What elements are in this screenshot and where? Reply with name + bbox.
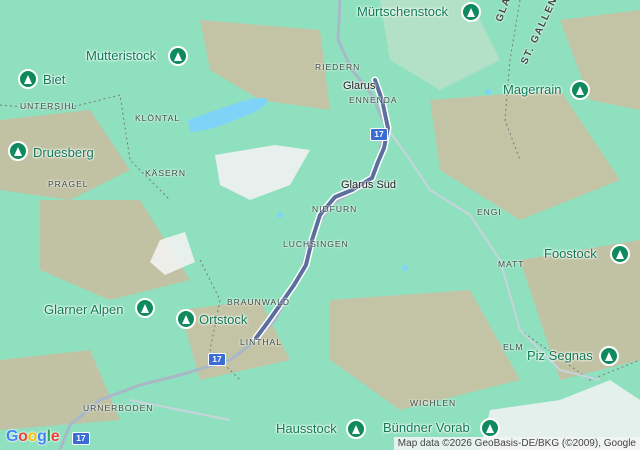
peak-label[interactable]: Foostock — [544, 247, 597, 260]
peak-marker-icon[interactable] — [18, 69, 38, 89]
logo-letter: G — [6, 428, 19, 445]
place-label: KLÖNTAL — [135, 113, 181, 123]
place-label: ELM — [503, 342, 524, 352]
peak-label[interactable]: Piz Segnas — [527, 349, 593, 362]
place-label: BRAUNWALD — [227, 297, 290, 307]
peak-label[interactable]: Glarner Alpen — [44, 303, 124, 316]
google-logo[interactable]: Google — [6, 428, 60, 446]
map-canvas[interactable]: Mürtschenstock Mutteristock Biet Magerra… — [0, 0, 640, 450]
logo-letter: e — [50, 428, 60, 445]
peak-label[interactable]: Mutteristock — [86, 49, 156, 62]
peak-marker-icon[interactable] — [346, 419, 366, 439]
place-label: PRAGEL — [48, 179, 89, 189]
place-label: URNERBODEN — [83, 403, 154, 413]
peak-marker-icon[interactable] — [570, 80, 590, 100]
peak-marker-icon[interactable] — [135, 298, 155, 318]
place-label: UNTERSIHL — [20, 101, 78, 111]
place-label: ENNENDA — [349, 95, 398, 105]
peak-marker-icon[interactable] — [8, 141, 28, 161]
place-label: KÄSERN — [145, 168, 186, 178]
peak-marker-icon[interactable] — [610, 244, 630, 264]
town-label[interactable]: Glarus Süd — [341, 180, 396, 191]
logo-letter: g — [37, 428, 47, 445]
road-shield: 17 — [208, 353, 226, 366]
place-label: MATT — [498, 259, 525, 269]
peak-marker-icon[interactable] — [480, 418, 500, 438]
road-shield: 17 — [370, 128, 388, 141]
place-label: WICHLEN — [410, 398, 457, 408]
place-label: ENGI — [477, 207, 502, 217]
place-label: LUCHSINGEN — [283, 239, 349, 249]
peak-marker-icon[interactable] — [168, 46, 188, 66]
peak-marker-icon[interactable] — [176, 309, 196, 329]
peak-marker-icon[interactable] — [461, 2, 481, 22]
peak-marker-icon[interactable] — [599, 346, 619, 366]
map-attribution[interactable]: Map data ©2026 GeoBasis-DE/BKG (©2009), … — [393, 437, 640, 450]
place-label: NIDFURN — [312, 204, 358, 214]
peak-label[interactable]: Biet — [43, 73, 65, 86]
peak-label[interactable]: Druesberg — [33, 146, 94, 159]
logo-letter: o — [18, 428, 28, 445]
place-label: LINTHAL — [240, 337, 282, 347]
logo-letter: o — [27, 428, 38, 445]
peak-label[interactable]: Hausstock — [276, 422, 337, 435]
peak-label[interactable]: Magerrain — [503, 83, 562, 96]
town-label[interactable]: Glarus — [343, 81, 375, 92]
peak-label[interactable]: Ortstock — [199, 313, 247, 326]
road-shield: 17 — [72, 432, 90, 445]
peak-label[interactable]: Mürtschenstock — [357, 5, 448, 18]
place-label: RIEDERN — [315, 62, 361, 72]
peak-label[interactable]: Bündner Vorab — [383, 421, 470, 434]
